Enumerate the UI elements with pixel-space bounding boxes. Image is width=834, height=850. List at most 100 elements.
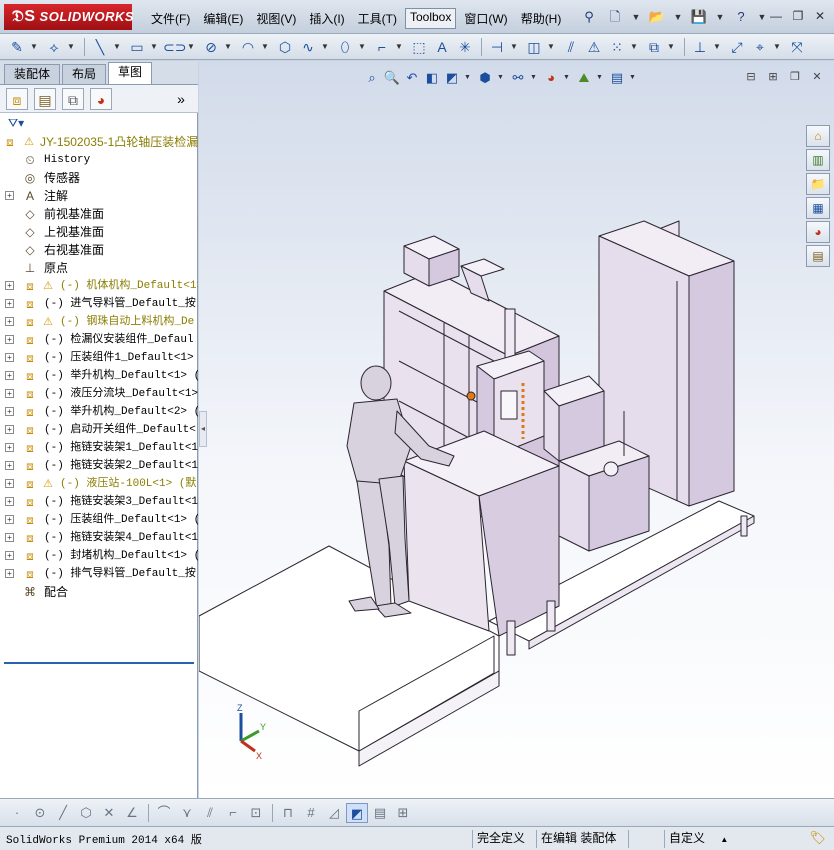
chevron-down-icon[interactable]: ▼ xyxy=(66,37,76,57)
extend-icon[interactable]: ⊡ xyxy=(245,803,267,823)
convert-entities-icon[interactable]: ◫ xyxy=(523,37,545,57)
expand-icon[interactable]: + xyxy=(5,443,14,452)
smart-dimension-icon[interactable]: ⟡ xyxy=(43,37,65,57)
expand-icon[interactable]: + xyxy=(5,353,14,362)
configurationmanager-icon[interactable]: ⧉ xyxy=(62,87,84,110)
sketch-table-icon[interactable]: ▤ xyxy=(369,803,391,823)
chevron-down-icon[interactable]: ▼ xyxy=(186,37,196,57)
tree-root[interactable]: ⧈ ⚠ JY-1502035-1凸轮轴压装检漏 xyxy=(0,133,198,151)
expand-icon[interactable]: + xyxy=(5,317,14,326)
expand-icon[interactable]: + xyxy=(5,569,14,578)
chevron-down-icon[interactable]: ▼ xyxy=(394,37,404,57)
plane-icon[interactable]: ⬚ xyxy=(408,37,430,57)
tree-item[interactable]: + ⧈ (-) 拖链安装架1_Default<1 xyxy=(0,439,198,457)
tab-layout[interactable]: 布局 xyxy=(62,64,107,84)
expand-icon[interactable]: + xyxy=(5,191,14,200)
solidworks-logo[interactable]: 𝔇S SOLIDWORKS xyxy=(4,4,134,30)
display-relations-icon[interactable]: ⊥ xyxy=(689,37,711,57)
tree-item[interactable]: + ⧈ (-) 压装组件_Default<1> ( xyxy=(0,511,198,529)
arc-icon[interactable]: ◠ xyxy=(237,37,259,57)
chevron-down-icon[interactable]: ▼ xyxy=(714,8,726,26)
expand-icon[interactable]: + xyxy=(5,497,14,506)
tree-item[interactable]: + ⧈ (-) 拖链安装架3_Default<1 xyxy=(0,493,198,511)
tree-item[interactable]: ◇ 前视基准面 xyxy=(0,205,198,223)
menu-file[interactable]: 文件(F) xyxy=(146,8,195,29)
menu-insert[interactable]: 插入(I) xyxy=(304,8,349,29)
tree-item[interactable]: + ⧈ (-) 举升机构_Default<2> ( xyxy=(0,403,198,421)
tree-item[interactable]: ◇ 右视基准面 xyxy=(0,241,198,259)
graphics-area[interactable]: ◂ ⌕ 🔍 ↶ ◧ ◩ ▼ ⬢ ▼ ⚯ ▼ ◕ ▼ ⛰ ▼ ▤ ▼ ⊟ ⊞ ❐ ✕ ⌂ ▥ … xyxy=(199,61,834,798)
tree-item[interactable]: ⌘ 配合 xyxy=(0,583,198,601)
tree-item[interactable]: ⏲ History xyxy=(0,151,198,169)
tree-item[interactable]: ⊥ 原点 xyxy=(0,259,198,277)
tag-icon[interactable]: 🏷 xyxy=(809,830,826,846)
point-icon[interactable]: · xyxy=(6,803,28,823)
status-units[interactable]: 自定义 ▲ xyxy=(664,830,732,848)
rollback-bar[interactable] xyxy=(4,662,194,664)
slot-icon[interactable]: ⊂⊃ xyxy=(163,37,186,57)
expand-icon[interactable]: + xyxy=(5,299,14,308)
reference-triad[interactable]: Z Y X xyxy=(229,701,279,761)
expand-icon[interactable]: + xyxy=(5,389,14,398)
tree-item[interactable]: ◇ 上视基准面 xyxy=(0,223,198,241)
chevron-down-icon[interactable]: ▼ xyxy=(357,37,367,57)
expand-icon[interactable]: + xyxy=(5,281,14,290)
restore-icon[interactable]: ❐ xyxy=(788,8,808,24)
chevron-down-icon[interactable]: ▼ xyxy=(112,37,122,57)
pin-icon[interactable]: ⚲ xyxy=(578,8,600,26)
polygon-icon[interactable]: ⬡ xyxy=(75,803,97,823)
menu-window[interactable]: 窗口(W) xyxy=(459,8,512,29)
expand-icon[interactable]: + xyxy=(5,533,14,542)
expand-icon[interactable]: + xyxy=(5,515,14,524)
tree-item[interactable]: + ⧈ (-) 举升机构_Default<1> ( xyxy=(0,367,198,385)
tree-item[interactable]: ◎ 传感器 xyxy=(0,169,198,187)
assembly-model[interactable] xyxy=(199,61,834,798)
linear-pattern-icon[interactable]: ⁙ xyxy=(606,37,628,57)
grid-icon[interactable]: ⊓ xyxy=(277,803,299,823)
featuremanager-tree-icon[interactable]: ⧈ xyxy=(6,87,28,110)
chevron-down-icon[interactable]: ▼ xyxy=(712,37,722,57)
menu-tools[interactable]: 工具(T) xyxy=(353,8,402,29)
chevron-down-icon[interactable]: ▼ xyxy=(546,37,556,57)
shaded-sketch-icon[interactable]: ◩ xyxy=(346,802,368,823)
save-icon[interactable]: 💾 xyxy=(688,8,710,26)
tree-item[interactable]: + ⧈ (-) 拖链安装架2_Default<1 xyxy=(0,457,198,475)
menu-edit[interactable]: 编辑(E) xyxy=(198,8,248,29)
tree-item[interactable]: + ⧈ (-) 封堵机构_Default<1> ( xyxy=(0,547,198,565)
rectangle-icon[interactable]: ▭ xyxy=(126,37,148,57)
ellipse-icon[interactable]: ⬯ xyxy=(334,37,356,57)
menu-toolbox[interactable]: Toolbox xyxy=(404,8,457,29)
move-entities-icon[interactable]: ⧉ xyxy=(643,37,665,57)
tree-item[interactable]: + ⧈ (-) 拖链安装架4_Default<1 xyxy=(0,529,198,547)
offset-icon[interactable]: ⫽ xyxy=(560,37,582,57)
chevron-down-icon[interactable]: ▼ xyxy=(672,8,684,26)
expand-icon[interactable]: + xyxy=(5,407,14,416)
text-icon[interactable]: A xyxy=(431,37,453,57)
trim-icon[interactable]: ⋎ xyxy=(176,803,198,823)
spline-icon[interactable]: ∿ xyxy=(297,37,319,57)
chevron-right-icon[interactable]: » xyxy=(170,88,192,110)
angle-icon[interactable]: ∠ xyxy=(121,803,143,823)
menu-view[interactable]: 视图(V) xyxy=(251,8,301,29)
expand-icon[interactable]: + xyxy=(5,461,14,470)
tree-item[interactable]: + ⧈ ⚠ (-) 机体机构_Default<1> xyxy=(0,277,198,295)
minimize-icon[interactable]: — xyxy=(766,8,786,24)
grid-snap-icon[interactable]: # xyxy=(300,803,322,823)
trim-icon[interactable]: ⊣ xyxy=(486,37,508,57)
triangle-icon[interactable]: ◿ xyxy=(323,803,345,823)
expand-icon[interactable]: + xyxy=(5,371,14,380)
instant2d-icon[interactable]: ⤧ xyxy=(786,37,808,57)
tree-item[interactable]: + ⧈ ⚠ (-) 钢珠自动上料机构_De xyxy=(0,313,198,331)
mirror-icon[interactable]: ⚠ xyxy=(583,37,605,57)
tree-item[interactable]: + A 注解 xyxy=(0,187,198,205)
chevron-down-icon[interactable]: ▼ xyxy=(666,37,676,57)
open-folder-icon[interactable]: 📂 xyxy=(646,8,668,26)
fillet-icon[interactable]: ⌐ xyxy=(371,37,393,57)
help-icon[interactable]: ? xyxy=(730,8,752,26)
tree-item[interactable]: + ⧈ (-) 进气导料管_Default_按 xyxy=(0,295,198,313)
grid-table-icon[interactable]: ⊞ xyxy=(392,803,414,823)
tab-sketch[interactable]: 草图 xyxy=(108,62,153,84)
propertymanager-icon[interactable]: ▤ xyxy=(34,87,56,110)
point-icon[interactable]: ✳ xyxy=(454,37,476,57)
expand-icon[interactable]: + xyxy=(5,551,14,560)
